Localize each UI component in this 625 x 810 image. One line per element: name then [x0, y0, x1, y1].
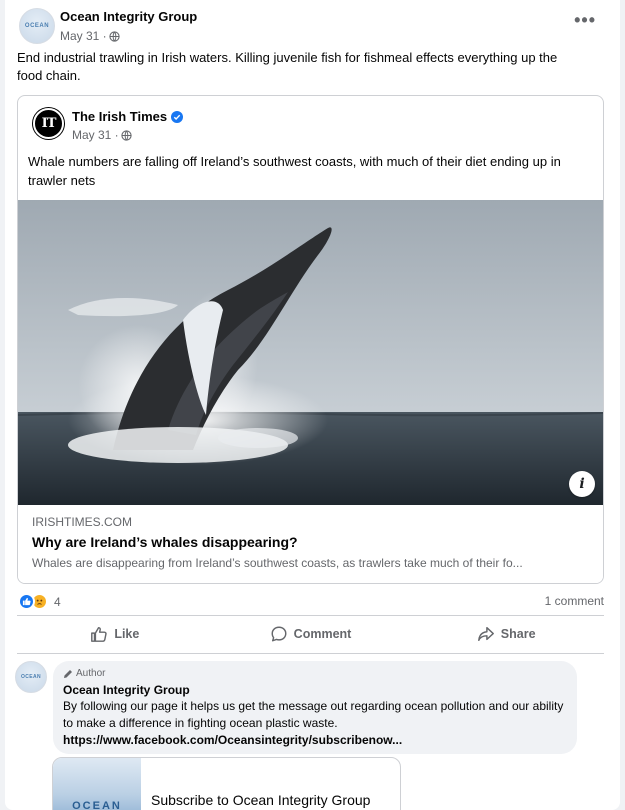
comment-text: By following our page it helps us get th…: [63, 698, 567, 749]
globe-icon: [121, 129, 132, 141]
link-description: Whales are disappearing from Ireland’s s…: [32, 556, 523, 570]
comment-link[interactable]: https://www.facebook.com/Oceansintegrity…: [63, 733, 402, 747]
comment-label: Comment: [293, 627, 352, 641]
comment-body: By following our page it helps us get th…: [63, 699, 564, 730]
link-preview[interactable]: IRISHTIMES.COM Why are Ireland’s whales …: [18, 505, 603, 583]
subscribe-link-card[interactable]: OCEAN Subscribe to Ocean Integrity Group: [52, 757, 401, 810]
verified-badge-icon: [171, 110, 184, 123]
globe-icon: [109, 30, 120, 42]
comment-author[interactable]: Ocean Integrity Group: [63, 682, 567, 698]
like-label: Like: [114, 627, 140, 641]
info-icon[interactable]: i: [569, 471, 595, 497]
irish-times-logo-text: IT: [41, 116, 57, 131]
shared-author-row: The Irish Times: [72, 108, 184, 125]
pencil-icon: [64, 669, 72, 678]
post-header: OCEAN Ocean Integrity Group May 31 ·: [19, 6, 197, 46]
shared-header: The Irish Times May 31 ·: [72, 108, 184, 142]
subscribe-card-title: Subscribe to Ocean Integrity Group: [151, 792, 371, 808]
reaction-count: 4: [54, 594, 61, 609]
divider: [17, 653, 604, 654]
whale-breach-image: [18, 200, 603, 505]
shared-post[interactable]: IT The Irish Times May 31 · Whale number…: [17, 95, 604, 584]
more-options-icon[interactable]: •••: [574, 11, 596, 29]
like-button[interactable]: Like: [17, 616, 213, 652]
post-card: OCEAN Ocean Integrity Group May 31 · •••…: [5, 0, 620, 810]
subscribe-card-logo: OCEAN: [72, 800, 122, 810]
post-header-text: Ocean Integrity Group May 31 ·: [60, 8, 197, 44]
link-domain: IRISHTIMES.COM: [32, 515, 133, 529]
irish-times-avatar[interactable]: IT: [33, 108, 64, 139]
commenter-avatar[interactable]: OCEAN: [15, 661, 47, 693]
thumbs-up-icon: [91, 626, 108, 642]
shared-author[interactable]: The Irish Times: [72, 108, 167, 125]
avatar-logo-text: OCEAN: [24, 23, 50, 29]
share-button[interactable]: Share: [408, 616, 604, 652]
share-icon: [477, 626, 494, 642]
shared-text: Whale numbers are falling off Ireland’s …: [28, 154, 561, 188]
commenter-avatar-text: OCEAN: [20, 674, 42, 680]
post-text: End industrial trawling in Irish waters.…: [17, 50, 558, 83]
whale-photo[interactable]: i: [18, 200, 603, 505]
link-title[interactable]: Why are Ireland’s whales disappearing?: [32, 533, 591, 552]
shared-date[interactable]: May 31 ·: [72, 128, 119, 142]
author-badge: Author: [63, 667, 567, 680]
post-meta: May 31 ·: [60, 28, 197, 44]
share-label: Share: [500, 627, 536, 641]
reactions-summary[interactable]: 4: [18, 593, 61, 610]
comment-bubble: Author Ocean Integrity Group By followin…: [53, 661, 577, 754]
subscribe-card-image: OCEAN: [53, 758, 141, 810]
shared-meta: May 31 ·: [72, 128, 183, 142]
comment-icon: [271, 626, 287, 642]
like-reaction-icon: [18, 593, 35, 610]
comment-button[interactable]: Comment: [213, 616, 409, 652]
author-badge-label: Author: [76, 668, 106, 679]
page-avatar[interactable]: OCEAN: [19, 8, 55, 44]
comment-count[interactable]: 1 comment: [545, 593, 604, 609]
post-author[interactable]: Ocean Integrity Group: [60, 8, 197, 25]
post-date[interactable]: May 31 ·: [60, 28, 107, 44]
action-bar: Like Comment Share: [17, 616, 604, 652]
